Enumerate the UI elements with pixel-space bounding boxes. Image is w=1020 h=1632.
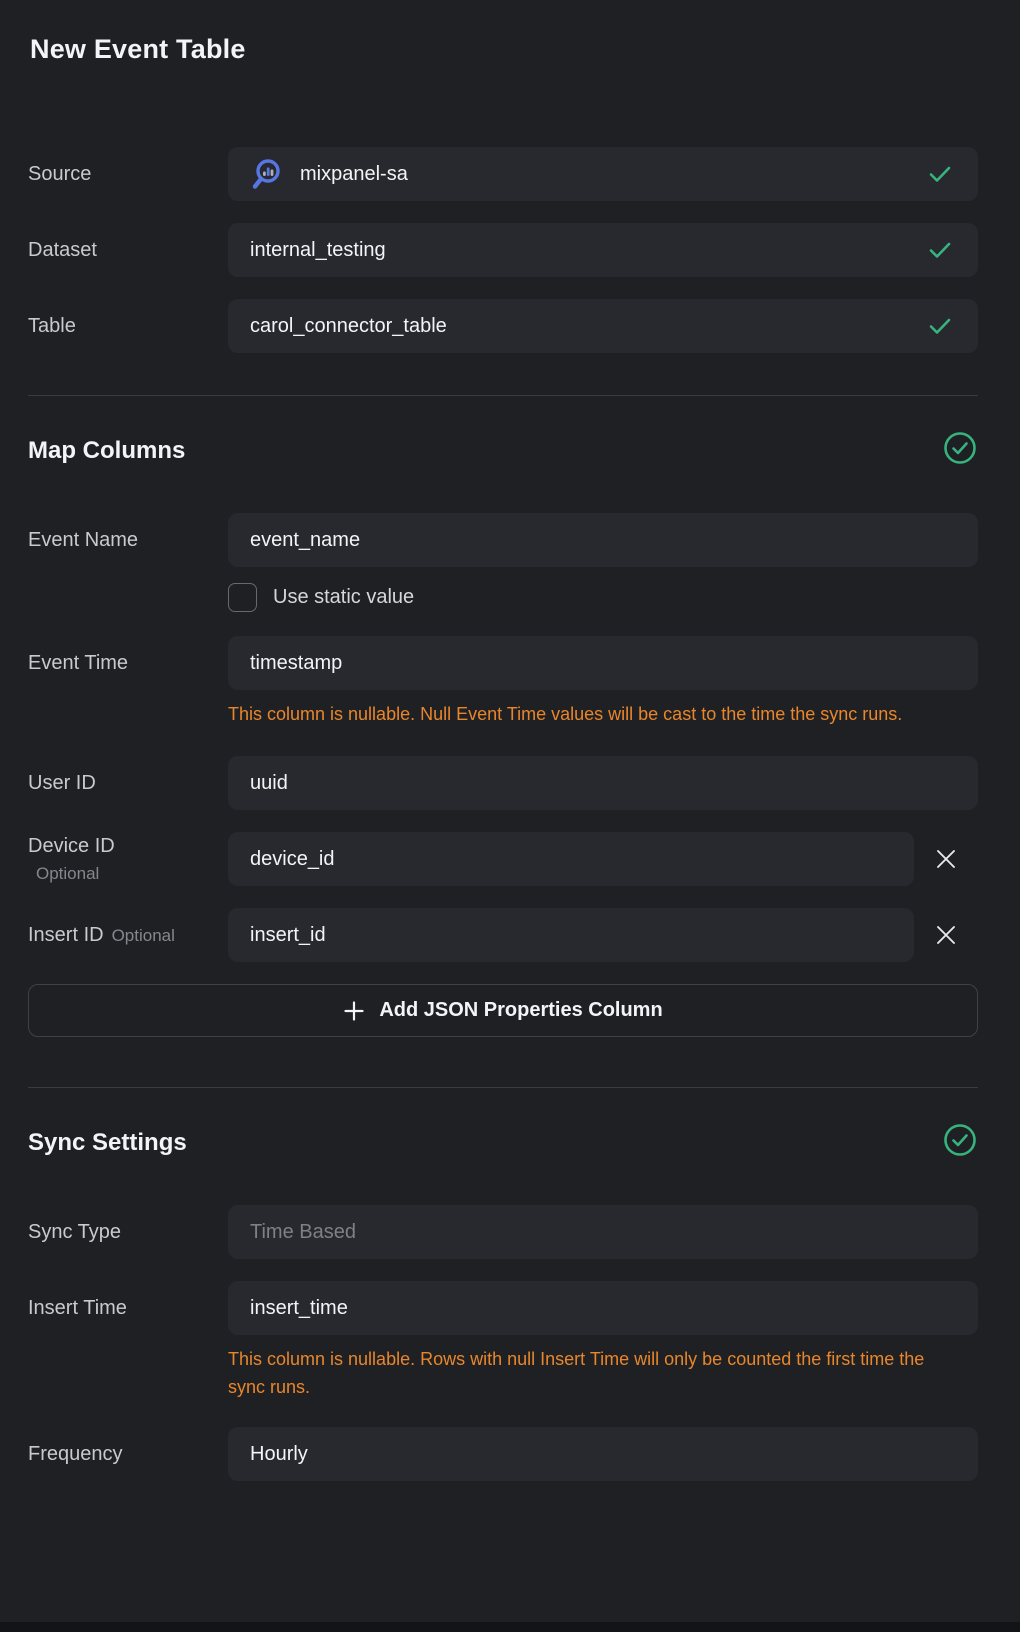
dataset-label: Dataset [28, 238, 228, 263]
device-id-input[interactable]: device_id [228, 832, 914, 886]
dataset-row: Dataset internal_testing [28, 223, 978, 277]
use-static-value-label: Use static value [273, 586, 414, 609]
dataset-input[interactable]: internal_testing [228, 223, 978, 277]
source-valid-check-icon [928, 164, 952, 184]
map-columns-header: Map Columns [28, 430, 978, 471]
insert-id-label: Insert ID [28, 924, 104, 946]
section-complete-check-icon [942, 1122, 978, 1163]
user-id-value: uuid [250, 772, 288, 795]
event-time-label: Event Time [28, 651, 228, 676]
insert-time-value: insert_time [250, 1297, 348, 1320]
sync-settings-block: Sync Type Time Based Insert Time insert_… [28, 1205, 978, 1481]
table-value: carol_connector_table [250, 315, 447, 338]
event-name-value: event_name [250, 529, 360, 552]
dataset-valid-check-icon [928, 240, 952, 260]
section-divider [28, 395, 978, 396]
sync-type-input: Time Based [228, 1205, 978, 1259]
table-row: Table carol_connector_table [28, 299, 978, 353]
add-json-properties-column-button[interactable]: Add JSON Properties Column [28, 984, 978, 1037]
insert-id-row: Insert ID Optional insert_id [28, 908, 978, 962]
event-time-value: timestamp [250, 652, 342, 675]
user-id-input[interactable]: uuid [228, 756, 978, 810]
sync-type-row: Sync Type Time Based [28, 1205, 978, 1259]
event-time-row: Event Time timestamp [28, 636, 978, 690]
sync-settings-header: Sync Settings [28, 1122, 978, 1163]
new-event-table-panel: New Event Table Source mixpanel-sa [0, 0, 1020, 1632]
sync-type-value: Time Based [250, 1221, 356, 1244]
close-icon [935, 848, 957, 870]
map-columns-heading: Map Columns [28, 437, 185, 465]
table-valid-check-icon [928, 316, 952, 336]
source-block: Source mixpanel-sa Dataset [28, 147, 978, 353]
insert-time-label: Insert Time [28, 1296, 228, 1321]
close-icon [935, 924, 957, 946]
page-title: New Event Table [30, 34, 978, 65]
event-time-warning: This column is nullable. Null Event Time… [228, 700, 938, 728]
frequency-label: Frequency [28, 1442, 228, 1467]
use-static-value-row: Use static value [228, 583, 978, 612]
user-id-label: User ID [28, 771, 228, 796]
table-input[interactable]: carol_connector_table [228, 299, 978, 353]
use-static-value-checkbox[interactable] [228, 583, 257, 612]
plus-icon [343, 1000, 365, 1022]
device-id-value: device_id [250, 848, 335, 871]
mixpanel-logo-icon [250, 157, 284, 191]
user-id-row: User ID uuid [28, 756, 978, 810]
insert-id-value: insert_id [250, 924, 326, 947]
sync-type-label: Sync Type [28, 1220, 228, 1245]
table-label: Table [28, 314, 228, 339]
insert-time-warning: This column is nullable. Rows with null … [228, 1345, 938, 1401]
frequency-value: Hourly [250, 1443, 308, 1466]
dataset-value: internal_testing [250, 239, 386, 262]
insert-id-input[interactable]: insert_id [228, 908, 914, 962]
insert-time-row: Insert Time insert_time [28, 1281, 978, 1335]
insert-id-clear-button[interactable] [914, 908, 978, 962]
panel-bottom-edge [0, 1622, 1020, 1632]
source-value: mixpanel-sa [300, 163, 408, 186]
map-columns-block: Event Name event_name Use static value E… [28, 513, 978, 1037]
frequency-input[interactable]: Hourly [228, 1427, 978, 1481]
event-name-input[interactable]: event_name [228, 513, 978, 567]
section-complete-check-icon [942, 430, 978, 471]
source-label: Source [28, 162, 228, 187]
device-id-clear-button[interactable] [914, 832, 978, 886]
device-id-label: Device ID [28, 835, 115, 857]
device-id-optional-label: Optional [28, 863, 228, 884]
device-id-row: Device ID Optional device_id [28, 832, 978, 886]
event-name-row: Event Name event_name [28, 513, 978, 567]
section-divider [28, 1087, 978, 1088]
source-row: Source mixpanel-sa [28, 147, 978, 201]
insert-id-optional-label: Optional [112, 926, 175, 945]
frequency-row: Frequency Hourly [28, 1427, 978, 1481]
event-time-input[interactable]: timestamp [228, 636, 978, 690]
event-name-label: Event Name [28, 528, 228, 553]
source-input[interactable]: mixpanel-sa [228, 147, 978, 201]
insert-time-input[interactable]: insert_time [228, 1281, 978, 1335]
add-json-properties-column-label: Add JSON Properties Column [379, 999, 662, 1022]
sync-settings-heading: Sync Settings [28, 1129, 187, 1157]
